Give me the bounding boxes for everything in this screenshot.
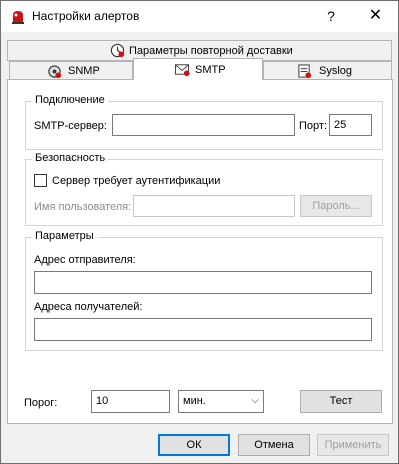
connection-group-title: Подключение <box>32 94 108 106</box>
username-label: Имя пользователя: <box>34 201 132 213</box>
tab-redelivery-label: Параметры повторной доставки <box>129 45 293 57</box>
help-button[interactable]: ? <box>311 1 351 32</box>
tab-snmp[interactable]: SNMP <box>9 61 133 80</box>
window-title: Настройки алертов <box>32 9 140 23</box>
clock-icon <box>110 43 125 58</box>
ok-button[interactable]: ОК <box>158 434 230 456</box>
snmp-icon <box>48 65 62 79</box>
envelope-icon <box>174 64 190 77</box>
parameters-group-title: Параметры <box>32 230 97 242</box>
sender-address-input[interactable] <box>34 271 372 294</box>
cancel-button[interactable]: Отмена <box>238 434 310 456</box>
tab-syslog[interactable]: Syslog <box>263 61 392 80</box>
syslog-icon <box>298 64 312 79</box>
username-input[interactable] <box>133 195 295 217</box>
test-button[interactable]: Тест <box>300 390 382 413</box>
title-bar[interactable]: Настройки алертов ? ✕ <box>1 1 398 32</box>
threshold-unit-value: мин. <box>183 395 206 407</box>
recipients-address-input[interactable] <box>34 318 372 341</box>
smtp-server-label: SMTP-сервер: <box>34 120 107 132</box>
tab-smtp[interactable]: SMTP <box>133 58 263 80</box>
tab-syslog-label: Syslog <box>319 65 353 77</box>
threshold-label: Порог: <box>24 397 58 409</box>
recipients-address-label: Адреса получателей: <box>34 301 143 313</box>
sender-address-label: Адрес отправителя: <box>34 254 136 266</box>
threshold-input[interactable]: 10 <box>91 390 170 413</box>
tab-snmp-label: SNMP <box>68 65 100 77</box>
chevron-down-icon: ⌵ <box>251 395 259 406</box>
security-group-title: Безопасность <box>32 152 109 164</box>
smtp-server-input[interactable] <box>112 114 295 136</box>
threshold-unit-select[interactable]: мин. ⌵ <box>178 390 264 413</box>
alert-settings-dialog: Настройки алертов ? ✕ Параметры повторно… <box>0 0 399 464</box>
apply-button[interactable]: Применить <box>317 434 389 456</box>
port-label: Порт: <box>299 120 327 132</box>
port-input[interactable]: 25 <box>329 114 372 136</box>
password-button[interactable]: Пароль... <box>300 195 372 217</box>
smtp-tab-panel: Подключение SMTP-сервер: Порт: 25 Безопа… <box>7 79 393 424</box>
tab-smtp-label: SMTP <box>195 64 226 76</box>
close-button[interactable]: ✕ <box>353 1 398 32</box>
auth-required-label[interactable]: Сервер требует аутентификации <box>52 175 220 187</box>
auth-required-checkbox[interactable] <box>34 174 47 187</box>
alert-app-icon <box>12 11 24 24</box>
